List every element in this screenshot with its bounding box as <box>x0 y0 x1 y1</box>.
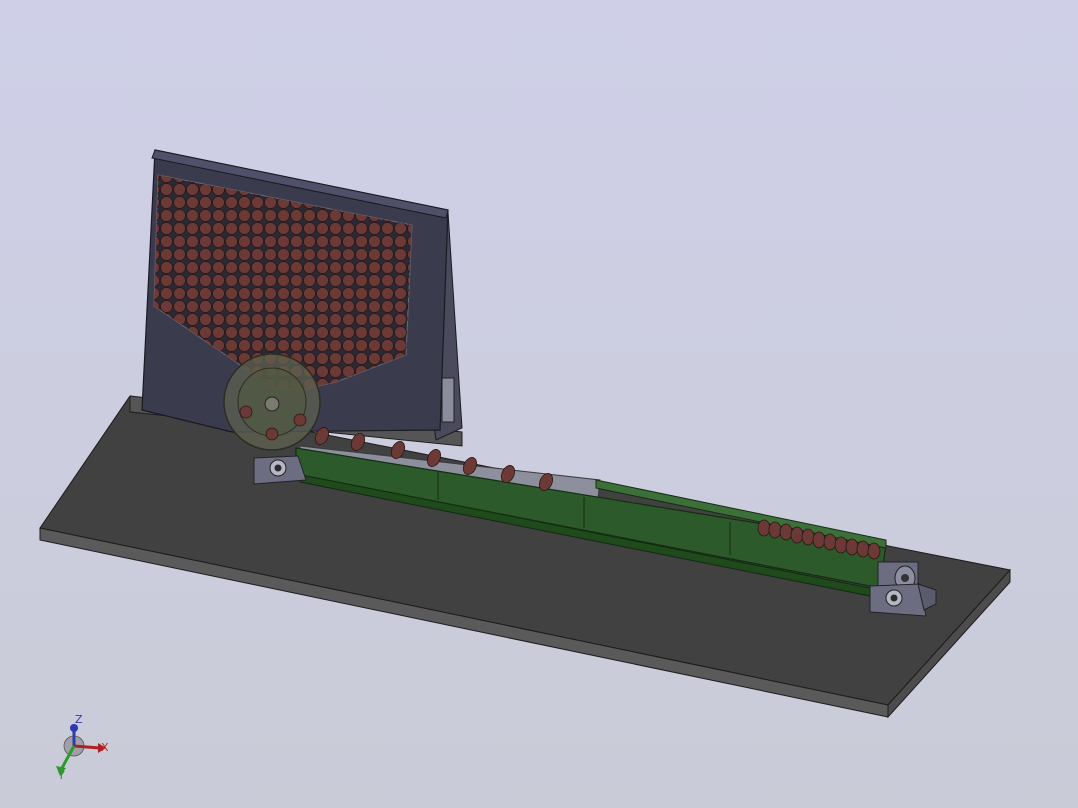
x-axis-arrow <box>73 744 101 750</box>
wheel-pocket-ball <box>293 413 307 427</box>
wheel-pocket-ball <box>239 405 253 419</box>
wheel-pocket-ball <box>265 427 279 441</box>
cad-viewport[interactable] <box>0 0 1078 808</box>
wheel-hub <box>264 396 280 412</box>
z-axis-label: Z <box>75 713 83 726</box>
orientation-triad[interactable]: Z X Y <box>44 712 120 784</box>
side-plate-slot <box>441 377 455 423</box>
rotary-feed-wheel[interactable] <box>223 353 321 451</box>
bearing-block-left[interactable] <box>253 455 307 485</box>
y-axis-label: Y <box>58 769 65 782</box>
x-axis-label: X <box>101 741 109 754</box>
